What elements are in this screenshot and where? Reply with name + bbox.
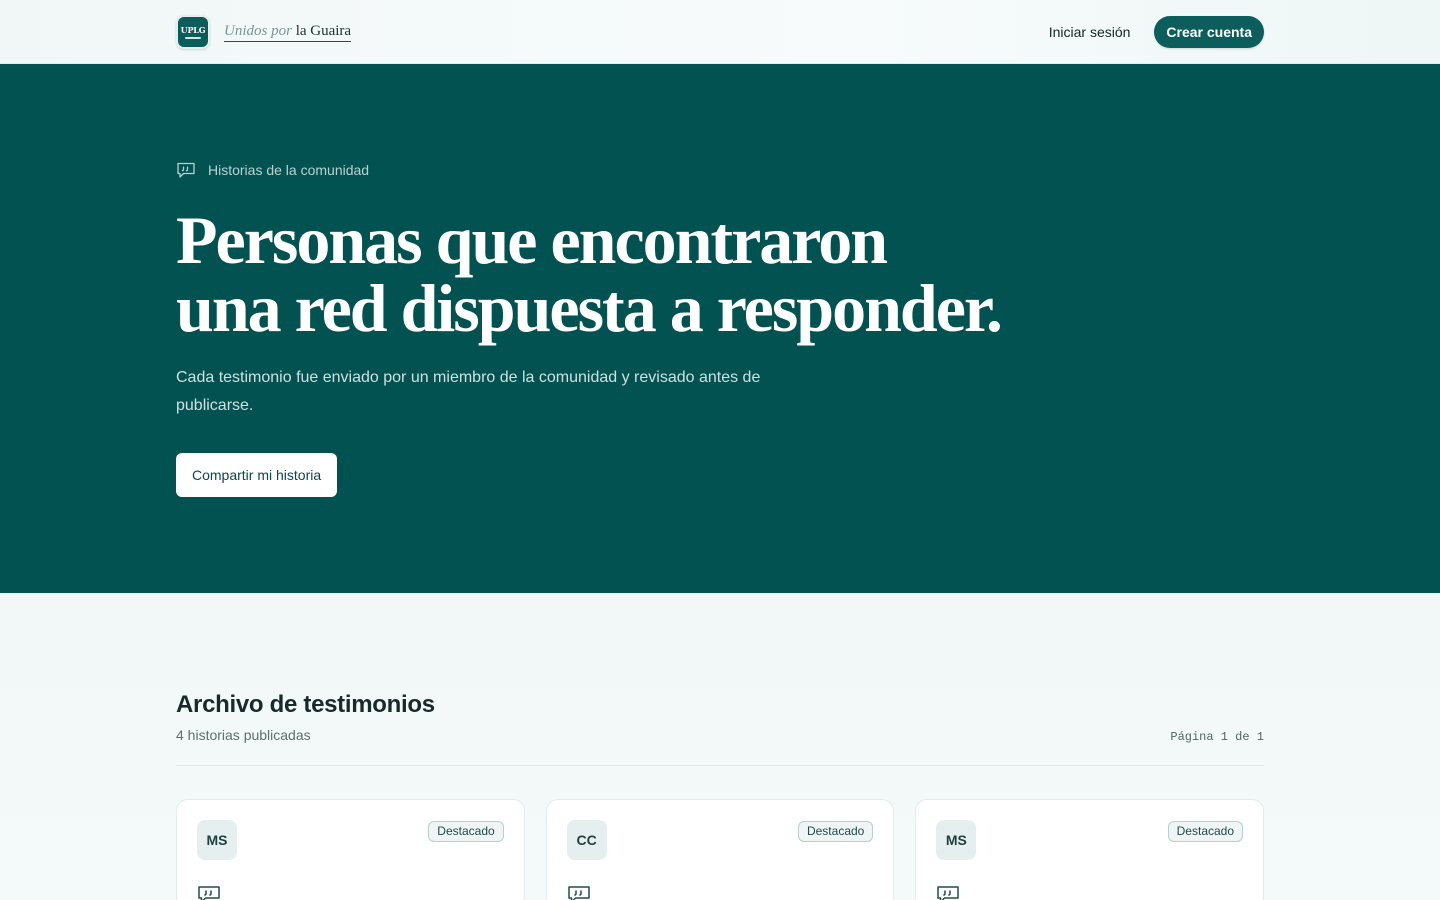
featured-badge: Destacado <box>797 821 874 842</box>
archive-title: Archivo de testimonios <box>176 691 435 718</box>
login-link[interactable]: Iniciar sesión <box>1049 24 1131 40</box>
testimonial-card[interactable]: CC Destacado <box>545 799 895 900</box>
brand-logo: UPLG <box>176 15 210 49</box>
share-story-button[interactable]: Compartir mi historia <box>176 453 338 497</box>
quote-bubble-icon <box>177 162 195 178</box>
brand-logo-bar <box>185 37 201 39</box>
hero-title: Personas que encontraron una red dispues… <box>176 206 1076 342</box>
testimonial-card-list: MS Destacado CC Destacado MS Destacado <box>176 799 1265 900</box>
hero-eyebrow-text: Historias de la comunidad <box>208 162 370 178</box>
hero-eyebrow: Historias de la comunidad <box>176 161 369 179</box>
hero-title-line-2: una red dispuesta a responder. <box>176 270 1003 346</box>
signup-button[interactable]: Crear cuenta <box>1154 16 1264 48</box>
featured-badge: Destacado <box>428 821 504 842</box>
top-navigation: UPLG Unidos por la Guaira Iniciar sesión… <box>0 0 1440 64</box>
hero-section: Historias de la comunidad Personas que e… <box>0 64 1440 593</box>
avatar: CC <box>566 820 607 860</box>
archive-count: 4 historias publicadas <box>176 727 311 743</box>
testimonial-card[interactable]: MS Destacado <box>915 799 1265 900</box>
brand-home-link[interactable]: UPLG Unidos por la Guaira <box>176 15 352 49</box>
brand-name-light: Unidos por <box>224 22 292 39</box>
avatar: MS <box>936 820 977 860</box>
brand-name: Unidos por la Guaira <box>224 22 352 42</box>
hero-title-line-1: Personas que encontraron <box>176 202 888 278</box>
featured-badge: Destacado <box>1167 821 1244 842</box>
hero-subtitle: Cada testimonio fue enviado por un miemb… <box>176 369 761 414</box>
testimonial-card[interactable]: MS Destacado <box>176 799 525 900</box>
account-nav: Iniciar sesión Crear cuenta <box>1049 16 1264 48</box>
quote-bubble-icon <box>567 886 590 900</box>
avatar: MS <box>197 820 237 860</box>
pagination-label: Página 1 de 1 <box>1170 730 1264 744</box>
testimonials-archive: Archivo de testimonios 4 historias publi… <box>0 593 1440 900</box>
quote-bubble-icon <box>937 886 960 900</box>
archive-divider <box>176 765 1264 766</box>
brand-name-strong: la Guaira <box>295 22 352 39</box>
quote-bubble-icon <box>198 886 220 900</box>
brand-logo-text: UPLG <box>180 25 206 35</box>
